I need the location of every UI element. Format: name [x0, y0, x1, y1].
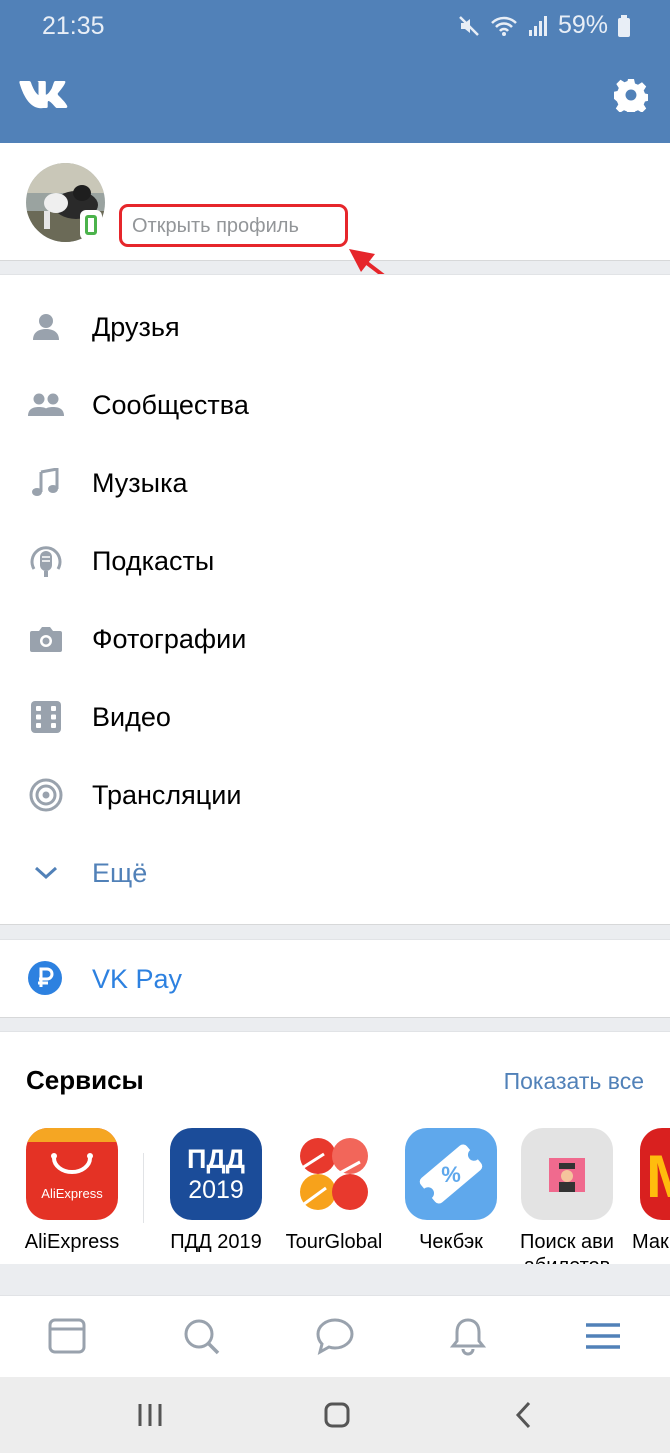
signal-icon: [528, 15, 547, 36]
services-title: Сервисы: [26, 1065, 144, 1095]
vkpay-label: VK Pay: [92, 964, 183, 994]
open-profile-label: Открыть профиль: [132, 215, 299, 237]
service-aliexpress[interactable]: AliExpress AliExpress: [2, 1128, 142, 1254]
camera-icon: [26, 619, 66, 659]
chevron-down-icon: [26, 853, 66, 893]
ticket-percent-icon: %: [405, 1128, 497, 1220]
status-icons: 59%: [458, 11, 630, 40]
battery-icon: [618, 14, 630, 37]
menu-item-communities[interactable]: Сообщества: [0, 366, 670, 444]
ruble-icon: [28, 961, 62, 1000]
tile-text: 2019: [188, 1176, 244, 1204]
system-nav-bar: [0, 1377, 670, 1453]
menu-item-label: Видео: [92, 701, 171, 732]
status-time: 21:35: [42, 12, 105, 40]
service-divider: [143, 1153, 144, 1223]
search-icon[interactable]: [181, 1316, 221, 1356]
service-name: Мак: [632, 1231, 669, 1253]
menu-item-label: Ещё: [92, 857, 148, 888]
home-icon[interactable]: [323, 1401, 351, 1429]
menu-item-label: Подкасты: [92, 545, 215, 576]
notifications-icon[interactable]: [448, 1316, 488, 1356]
gear-icon[interactable]: [614, 78, 648, 112]
menu-item-friends[interactable]: Друзья: [0, 288, 670, 366]
show-all-link[interactable]: Показать все: [504, 1068, 644, 1095]
person-icon: [26, 307, 66, 347]
tab-bar: [0, 1295, 670, 1377]
main-menu: Друзья Сообщества Музыка Подкасты Фотогр…: [0, 274, 670, 925]
phone-icon: [80, 210, 102, 240]
menu-item-photos[interactable]: Фотографии: [0, 600, 670, 678]
wifi-icon: [491, 16, 517, 36]
service-mcdonalds[interactable]: M Мак: [614, 1128, 670, 1254]
menu-item-label: Фотографии: [92, 623, 247, 654]
service-name-line: абилетов: [524, 1255, 611, 1264]
svg-text:%: %: [441, 1162, 461, 1187]
services-section: Сервисы Показать все AliExpress AliExpre…: [0, 1031, 670, 1264]
broadcast-icon: [26, 775, 66, 815]
profile-card[interactable]: Открыть профиль: [0, 143, 670, 261]
people-icon: [26, 385, 66, 425]
menu-item-label: Музыка: [92, 467, 188, 498]
aliexpress-icon: AliExpress: [26, 1128, 118, 1220]
service-name: AliExpress: [24, 1231, 120, 1253]
vkpay-item[interactable]: VK Pay: [0, 939, 670, 1018]
menu-item-label: Сообщества: [92, 389, 249, 420]
menu-item-music[interactable]: Музыка: [0, 444, 670, 522]
music-note-icon: [26, 463, 66, 503]
open-profile-link[interactable]: Открыть профиль: [119, 204, 348, 247]
vk-logo: [19, 81, 68, 109]
menu-icon[interactable]: [583, 1316, 623, 1356]
tourglobal-icon: [288, 1128, 380, 1220]
tile-text: AliExpress: [41, 1186, 103, 1201]
video-icon: [26, 697, 66, 737]
menu-item-more[interactable]: Ещё: [0, 834, 670, 912]
pilot-icon: [521, 1128, 613, 1220]
battery-percent: 59%: [557, 11, 608, 39]
menu-item-video[interactable]: Видео: [0, 678, 670, 756]
pdd-icon: ПДД 2019: [170, 1128, 262, 1220]
back-icon[interactable]: [510, 1401, 538, 1429]
menu-item-label: Друзья: [92, 311, 180, 342]
menu-item-label: Трансляции: [92, 779, 242, 810]
menu-item-podcasts[interactable]: Подкасты: [0, 522, 670, 600]
recent-apps-icon[interactable]: [136, 1401, 164, 1429]
app-header: 21:35 59%: [0, 0, 670, 143]
service-name-line: Поиск ави: [520, 1231, 614, 1253]
menu-item-broadcasts[interactable]: Трансляции: [0, 756, 670, 834]
podcast-icon: [26, 541, 66, 581]
messages-icon[interactable]: [315, 1316, 355, 1356]
tile-text: ПДД: [187, 1144, 245, 1174]
feed-icon[interactable]: [47, 1316, 87, 1356]
mcdonalds-icon: M: [640, 1128, 670, 1220]
mute-icon: [459, 15, 479, 36]
